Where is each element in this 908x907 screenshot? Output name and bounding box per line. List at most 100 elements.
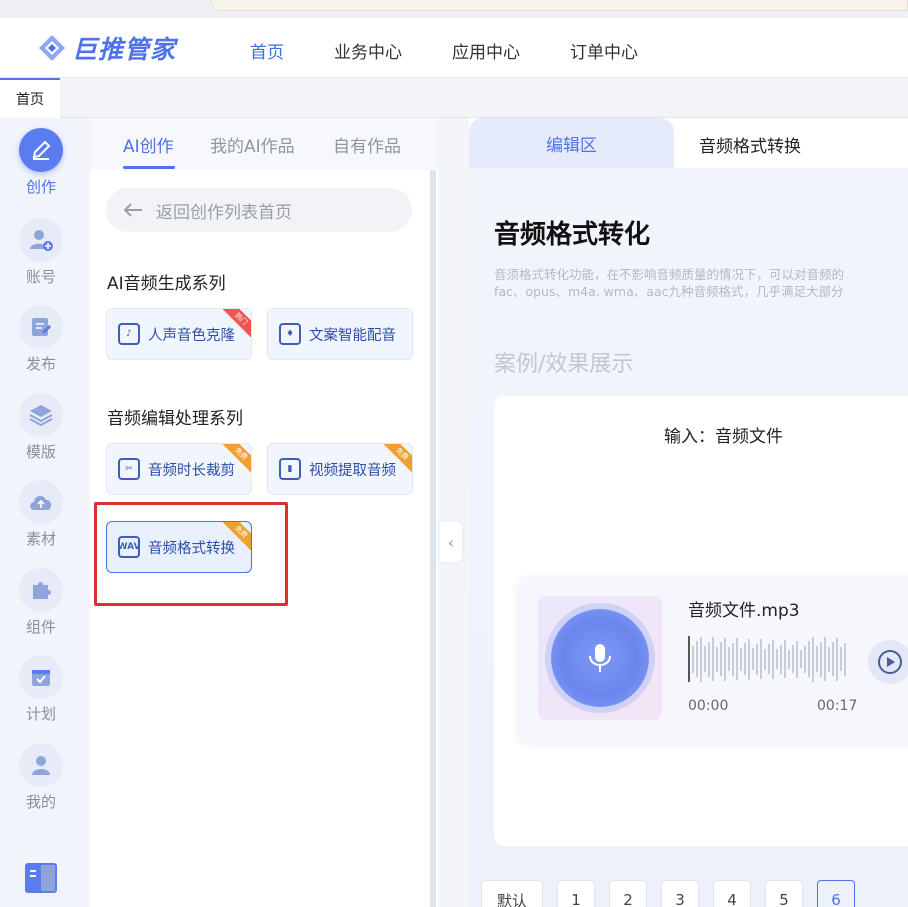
voice-clone-icon: ♪	[118, 323, 140, 345]
editor-area: 编辑区 音频格式转换 音频格式转化 音须格式转化功能，在不影响音频质量的情况下，…	[469, 118, 908, 907]
page-3[interactable]: 3	[661, 880, 699, 907]
sidenav-item-account[interactable]: 账号	[0, 218, 82, 287]
pen-icon	[19, 128, 63, 172]
layers-icon	[19, 393, 63, 437]
mic-text-icon: ♦	[279, 323, 301, 345]
page-4[interactable]: 4	[713, 880, 751, 907]
sidenav-item-mine[interactable]: 我的	[0, 743, 82, 812]
sidenav-item-templates[interactable]: 模版	[0, 393, 82, 462]
card-extract-audio[interactable]: ▮ 视频提取音频 免费	[267, 443, 413, 495]
page-1[interactable]: 1	[557, 880, 595, 907]
tab-audio-convert[interactable]: 音频格式转换	[699, 132, 801, 157]
wave-bar	[832, 642, 834, 676]
wave-bar	[776, 649, 778, 669]
microphone-icon	[551, 609, 649, 707]
play-button[interactable]	[868, 640, 908, 684]
input-label: 输入：音频文件	[664, 427, 783, 447]
wave-bar	[796, 640, 798, 678]
wave-bar	[720, 642, 722, 676]
wave-bar	[812, 636, 814, 682]
tab-ai-create[interactable]: AI创作	[123, 132, 174, 157]
nav-home[interactable]: 首页	[250, 38, 284, 63]
tab-home[interactable]: 首页	[0, 78, 60, 118]
puzzle-icon	[19, 568, 63, 612]
logo-text: 巨推管家	[72, 35, 177, 64]
wave-bar	[788, 649, 790, 669]
page-title: 音频格式转化	[494, 220, 651, 250]
tab-edit-area[interactable]: 编辑区	[469, 118, 674, 168]
sidenav-item-assets[interactable]: 素材	[0, 480, 82, 549]
logo[interactable]: 巨推管家	[36, 30, 176, 66]
page-default[interactable]: 默认	[481, 880, 543, 907]
browser-bar	[0, 0, 908, 18]
highlight-box	[94, 502, 288, 606]
wave-bar	[772, 639, 774, 679]
nav-orders[interactable]: 订单中心	[570, 38, 638, 63]
wave-bar	[736, 638, 738, 680]
tab-own-works[interactable]: 自有作品	[333, 132, 401, 157]
book-icon	[19, 856, 63, 900]
wave-bar	[804, 645, 806, 673]
card-label: 音频时长裁剪	[148, 462, 235, 479]
tab-my-ai-works[interactable]: 我的AI作品	[210, 132, 295, 157]
panel-scrollbar[interactable]	[430, 170, 436, 907]
collapse-panel-button[interactable]: ‹	[440, 522, 462, 562]
sidenav-label: 计划	[25, 705, 56, 723]
sidenav-label: 素材	[25, 530, 56, 548]
sidenav-label: 我的	[25, 793, 56, 811]
sidenav-item-components[interactable]: 组件	[0, 568, 82, 637]
user-add-icon	[19, 218, 63, 262]
arrow-left-icon	[123, 203, 142, 217]
wave-bar	[748, 638, 750, 680]
card-label: 人声音色克隆	[148, 327, 235, 344]
sidenav-item-create[interactable]: 创作	[0, 128, 82, 197]
description-line: fac、opus、m4a. wma、aac九种音频格式，几乎满足大部分	[494, 284, 844, 299]
wave-bar	[756, 643, 758, 675]
wave-bar	[712, 637, 714, 681]
publish-icon	[19, 305, 63, 349]
page-5[interactable]: 5	[765, 880, 803, 907]
nav-apps[interactable]: 应用中心	[452, 38, 520, 63]
wave-bar	[704, 646, 706, 672]
sidenav-label: 模版	[25, 443, 56, 461]
audio-cover	[538, 596, 662, 720]
wave-bar	[716, 646, 718, 672]
page-2[interactable]: 2	[609, 880, 647, 907]
tab-underline	[123, 166, 175, 169]
logo-icon	[39, 35, 65, 61]
address-bar[interactable]	[210, 0, 908, 11]
sidenav-label: 组件	[25, 618, 56, 636]
top-header: 巨推管家 首页 业务中心 应用中心 订单中心	[0, 18, 908, 78]
wave-bar	[760, 639, 762, 679]
wave-bar	[732, 642, 734, 676]
waveform[interactable]	[688, 636, 854, 682]
wave-bar	[808, 641, 810, 677]
back-to-list-button[interactable]: 返回创作列表首页	[106, 188, 412, 232]
sidenav-item-plan[interactable]: 计划	[0, 655, 82, 724]
chevron-left-icon: ‹	[447, 532, 455, 552]
card-audio-trim[interactable]: ✂ 音频时长裁剪 免费	[106, 443, 252, 495]
play-icon	[878, 650, 902, 674]
sidenav-label: 账号	[25, 268, 56, 286]
wave-bar	[692, 645, 694, 673]
wave-bar	[792, 645, 794, 673]
section-ai-audio: AI音频生成系列	[107, 274, 226, 294]
wave-bar	[780, 644, 782, 674]
wave-bar	[844, 642, 846, 676]
wave-bar	[744, 643, 746, 675]
card-voice-clone[interactable]: ♪ 人声音色克隆 热门	[106, 308, 252, 360]
nav-business[interactable]: 业务中心	[334, 38, 402, 63]
scissors-icon: ✂	[118, 458, 140, 480]
page-tabbar: 首页	[0, 78, 908, 118]
card-smart-dubbing[interactable]: ♦ 文案智能配音	[267, 308, 413, 360]
example-showcase: 输入：音频文件 音频文件.mp3 00:00 00:17	[494, 396, 908, 846]
wave-bar	[696, 641, 698, 677]
time-end: 00:17	[817, 698, 858, 714]
page-6[interactable]: 6	[817, 880, 855, 907]
side-nav: 创作 账号 发布 模版 素材 组件 计划 我的	[0, 118, 82, 907]
waveform-icon: ▮	[279, 458, 301, 480]
sidenav-label: 发布	[25, 355, 56, 373]
sidenav-item-tutorial[interactable]: 教程	[0, 856, 82, 907]
sidenav-item-publish[interactable]: 发布	[0, 305, 82, 374]
back-label: 返回创作列表首页	[156, 202, 292, 223]
